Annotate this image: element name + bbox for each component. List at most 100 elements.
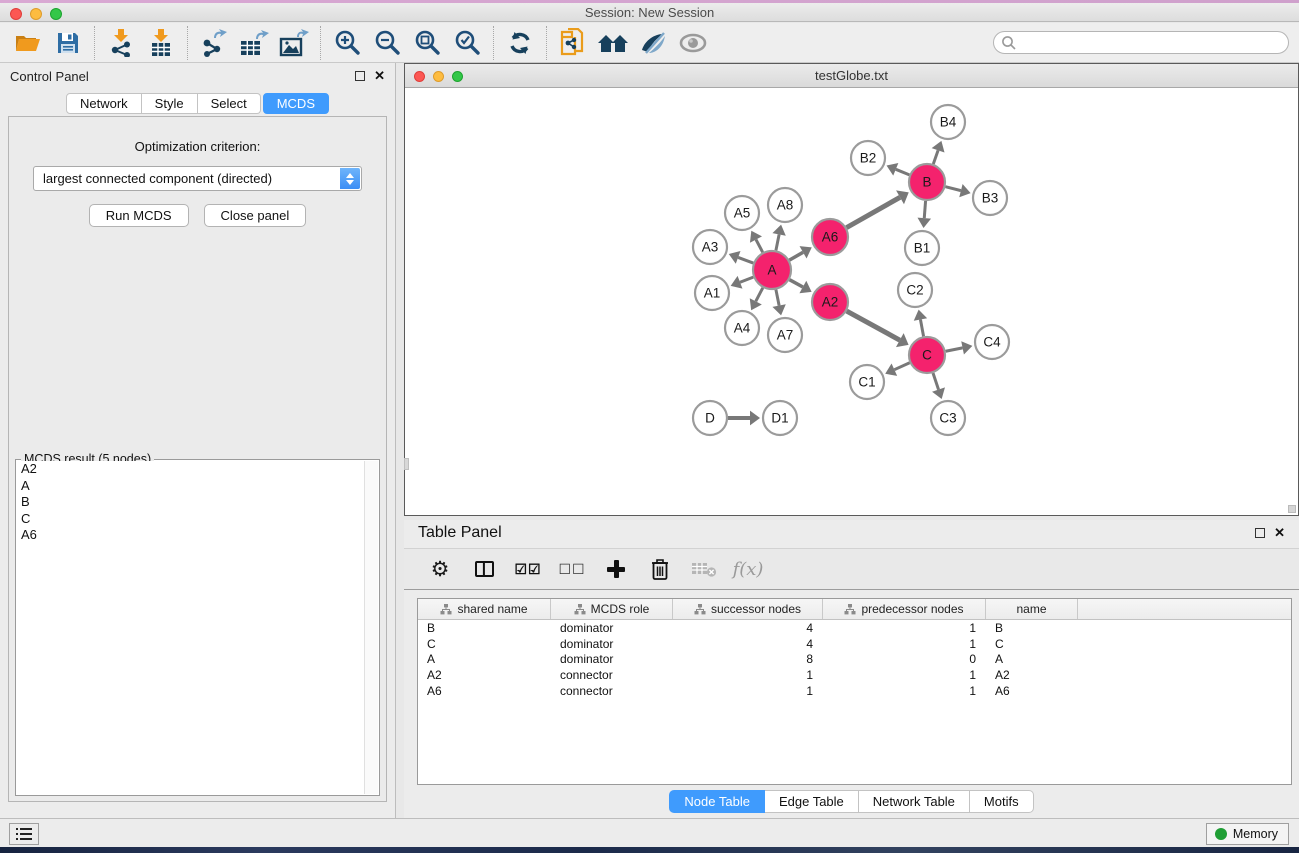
edge-A-A6[interactable] (789, 252, 803, 260)
deselect-all-button[interactable]: ☐☐ (558, 554, 586, 584)
table-cell: B (418, 621, 551, 635)
edge-B-B3[interactable] (945, 187, 961, 191)
column-header-shared-name[interactable]: shared name (418, 599, 551, 619)
tab-network[interactable]: Network (66, 93, 142, 114)
tab-edge-table[interactable]: Edge Table (765, 790, 859, 813)
column-header-predecessor-nodes[interactable]: predecessor nodes (823, 599, 986, 619)
add-column-button[interactable] (602, 554, 630, 584)
select-all-button[interactable]: ☑☑ (514, 554, 542, 584)
tab-select[interactable]: Select (198, 93, 261, 114)
run-mcds-button[interactable]: Run MCDS (89, 204, 189, 227)
column-header-MCDS-role[interactable]: MCDS role (551, 599, 673, 619)
tab-style[interactable]: Style (142, 93, 198, 114)
float-panel-icon[interactable] (355, 71, 365, 81)
import-table-button[interactable] (141, 26, 181, 60)
network-maximize-button[interactable] (452, 71, 463, 82)
network-canvas[interactable]: B4B2BB3A5A8A6A3B1AA1C2A2A4A7C4CC1C3DD1 (405, 88, 1298, 515)
show-hide-eye-button[interactable] (673, 26, 713, 60)
table-settings-button[interactable]: ⚙ (426, 554, 454, 584)
network-minimize-button[interactable] (433, 71, 444, 82)
zoom-out-button[interactable] (367, 26, 407, 60)
table-cell: connector (551, 668, 673, 682)
eye-icon (678, 32, 708, 54)
edge-C-C2[interactable] (920, 320, 923, 337)
edge-B-B1[interactable] (924, 201, 925, 218)
sort-hierarchy-icon (694, 604, 706, 615)
edge-A-A4[interactable] (756, 288, 763, 302)
criterion-dropdown[interactable]: largest connected component (directed) (33, 166, 362, 191)
edge-A6-B[interactable] (847, 197, 901, 227)
control-panel-tabs: NetworkStyleSelectMCDS (0, 93, 395, 114)
table-row[interactable]: Bdominator41B (418, 620, 1291, 636)
maximize-window-button[interactable] (50, 8, 62, 20)
hide-graphics-button[interactable] (633, 26, 673, 60)
node-label-C: C (922, 348, 932, 363)
toolbar-separator (187, 26, 188, 60)
zoom-fit-button[interactable] (407, 26, 447, 60)
delete-table-icon (691, 560, 717, 578)
show-columns-button[interactable] (470, 554, 498, 584)
edge-A-A7[interactable] (776, 290, 779, 306)
result-item[interactable]: A2 (17, 461, 364, 478)
table-cell: 1 (823, 684, 986, 698)
edge-C-C3[interactable] (933, 373, 939, 390)
network-close-button[interactable] (414, 71, 425, 82)
edge-A-A8[interactable] (776, 234, 779, 250)
result-item[interactable]: A6 (17, 527, 364, 544)
arrowhead-icon (772, 225, 785, 236)
close-window-button[interactable] (10, 8, 22, 20)
result-item[interactable]: C (17, 511, 364, 528)
node-label-A6: A6 (822, 230, 839, 245)
table-row[interactable]: Cdominator41C (418, 636, 1291, 652)
save-session-button[interactable] (48, 26, 88, 60)
edge-A-A3[interactable] (738, 257, 753, 263)
search-input[interactable] (993, 31, 1289, 54)
export-network-button[interactable] (194, 26, 234, 60)
edge-A-A5[interactable] (756, 240, 763, 253)
table-row[interactable]: A2connector11A2 (418, 667, 1291, 683)
node-label-A4: A4 (734, 321, 751, 336)
window-resize-grip[interactable] (1288, 505, 1296, 513)
delete-column-button[interactable] (646, 554, 674, 584)
column-header-name[interactable]: name (986, 599, 1078, 619)
task-history-button[interactable] (9, 823, 39, 845)
close-table-panel-icon[interactable]: ✕ (1274, 528, 1285, 538)
edge-B-B2[interactable] (896, 169, 910, 175)
close-panel-button[interactable]: Close panel (204, 204, 307, 227)
export-image-button[interactable] (274, 26, 314, 60)
import-network-button[interactable] (101, 26, 141, 60)
table-row[interactable]: Adominator80A (418, 652, 1291, 668)
function-builder-icon: f(x) (733, 559, 764, 580)
tab-motifs[interactable]: Motifs (970, 790, 1034, 813)
edge-C-C4[interactable] (946, 348, 963, 351)
edge-A-A1[interactable] (740, 277, 753, 282)
tab-mcds[interactable]: MCDS (263, 93, 329, 114)
home-button[interactable] (593, 26, 633, 60)
arrowhead-icon (961, 341, 972, 354)
zoom-selected-button[interactable] (447, 26, 487, 60)
open-file-button[interactable] (8, 26, 48, 60)
float-table-panel-icon[interactable] (1255, 528, 1265, 538)
clone-network-button[interactable] (553, 26, 593, 60)
tab-network-table[interactable]: Network Table (859, 790, 970, 813)
edge-C-C1[interactable] (894, 363, 909, 370)
table-panel-header: Table Panel ✕ (404, 520, 1299, 546)
zoom-in-button[interactable] (327, 26, 367, 60)
deselect-all-icon: ☐☐ (558, 561, 585, 578)
edge-B-B4[interactable] (933, 150, 938, 164)
minimize-window-button[interactable] (30, 8, 42, 20)
export-table-button[interactable] (234, 26, 274, 60)
edge-A-A2[interactable] (790, 280, 803, 287)
result-item[interactable]: B (17, 494, 364, 511)
sort-hierarchy-icon (844, 604, 856, 615)
tab-node-table[interactable]: Node Table (669, 790, 765, 813)
result-item[interactable]: A (17, 478, 364, 495)
column-header-successor-nodes[interactable]: successor nodes (673, 599, 823, 619)
edge-A2-C[interactable] (847, 311, 900, 340)
result-scrollbar[interactable] (364, 461, 378, 794)
refresh-button[interactable] (500, 26, 540, 60)
close-panel-icon[interactable]: ✕ (374, 71, 385, 81)
memory-button[interactable]: Memory (1206, 823, 1289, 845)
table-row[interactable]: A6connector11A6 (418, 683, 1291, 699)
clone-network-icon (560, 28, 586, 58)
